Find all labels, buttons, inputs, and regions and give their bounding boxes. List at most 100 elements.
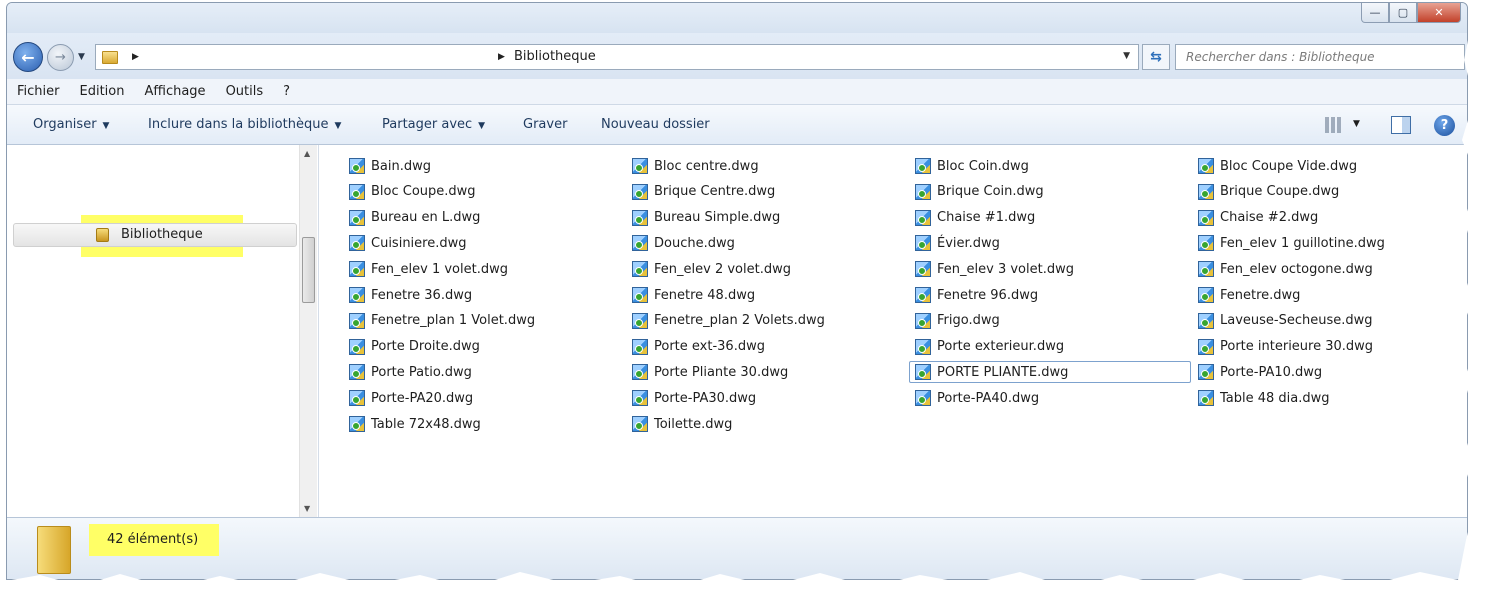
search-input[interactable]: Rechercher dans : Bibliotheque xyxy=(1175,44,1465,70)
file-item[interactable]: Bloc Coupe.dwg xyxy=(349,181,476,203)
dwg-file-icon xyxy=(1198,312,1214,329)
file-item[interactable]: Chaise #2.dwg xyxy=(1198,207,1318,229)
back-button[interactable]: ← xyxy=(13,42,43,72)
share-button[interactable]: Partager avec ▼ xyxy=(382,117,485,132)
scroll-thumb[interactable] xyxy=(302,237,315,303)
file-name: Évier.dwg xyxy=(937,235,1000,251)
file-item[interactable]: Porte ext-36.dwg xyxy=(632,336,765,358)
file-item[interactable]: Fenetre 96.dwg xyxy=(915,284,1038,306)
burn-button[interactable]: Graver xyxy=(523,117,567,132)
scroll-up-icon[interactable]: ▲ xyxy=(304,149,310,158)
share-label: Partager avec xyxy=(382,117,473,132)
file-item[interactable]: Bloc Coupe Vide.dwg xyxy=(1198,155,1357,177)
menu-fichier[interactable]: Fichier xyxy=(17,84,60,99)
file-item[interactable]: PORTE PLIANTE.dwg xyxy=(909,361,1191,384)
file-item[interactable]: Porte exterieur.dwg xyxy=(915,336,1064,358)
file-name: Bain.dwg xyxy=(371,158,432,174)
file-item[interactable]: Porte-PA10.dwg xyxy=(1198,361,1322,383)
file-item[interactable]: Fenetre_plan 2 Volets.dwg xyxy=(632,310,825,332)
file-item[interactable]: Fenetre.dwg xyxy=(1198,284,1300,306)
file-item[interactable]: Porte-PA20.dwg xyxy=(349,387,473,409)
close-button[interactable]: ✕ xyxy=(1417,3,1461,23)
file-item[interactable]: Bureau en L.dwg xyxy=(349,207,480,229)
file-item[interactable]: Brique Coin.dwg xyxy=(915,181,1044,203)
file-name: Porte-PA30.dwg xyxy=(654,390,757,406)
file-item[interactable]: Porte Pliante 30.dwg xyxy=(632,361,788,383)
file-item[interactable]: Chaise #1.dwg xyxy=(915,207,1035,229)
file-item[interactable]: Porte Patio.dwg xyxy=(349,361,472,383)
file-item[interactable]: Évier.dwg xyxy=(915,232,1000,254)
dwg-file-icon xyxy=(915,287,931,303)
chevron-down-icon: ▼ xyxy=(478,121,486,131)
file-item[interactable]: Fen_elev 1 guillotine.dwg xyxy=(1198,232,1385,254)
preview-pane-icon[interactable] xyxy=(1391,116,1411,134)
nav-scrollbar[interactable]: ▲ ▼ xyxy=(299,145,317,517)
new-folder-button[interactable]: Nouveau dossier xyxy=(601,117,710,132)
file-item[interactable]: Bloc centre.dwg xyxy=(632,155,759,177)
include-library-button[interactable]: Inclure dans la bibliothèque ▼ xyxy=(148,117,341,132)
scroll-down-icon[interactable]: ▼ xyxy=(304,504,310,513)
file-item[interactable]: Porte interieure 30.dwg xyxy=(1198,336,1373,358)
file-item[interactable]: Fen_elev 3 volet.dwg xyxy=(915,258,1074,280)
file-item[interactable]: Porte-PA40.dwg xyxy=(915,387,1039,409)
chevron-down-icon[interactable]: ▼ xyxy=(1353,119,1360,129)
file-name: Brique Centre.dwg xyxy=(654,184,776,200)
maximize-button[interactable]: ▢ xyxy=(1389,3,1417,23)
menu-outils[interactable]: Outils xyxy=(226,84,264,99)
dwg-file-icon xyxy=(632,235,648,252)
file-name: Porte-PA10.dwg xyxy=(1220,364,1323,380)
file-item[interactable]: Cuisiniere.dwg xyxy=(349,232,467,254)
file-item[interactable]: Toilette.dwg xyxy=(632,413,732,435)
file-name: Fenetre 48.dwg xyxy=(654,287,756,303)
file-item[interactable]: Douche.dwg xyxy=(632,232,735,254)
file-item[interactable]: Fenetre_plan 1 Volet.dwg xyxy=(349,310,535,332)
dwg-file-icon xyxy=(349,287,365,303)
file-name: Bloc Coin.dwg xyxy=(937,158,1029,174)
file-item[interactable]: Brique Coupe.dwg xyxy=(1198,181,1339,203)
dwg-file-icon xyxy=(1198,338,1214,355)
file-name: Porte ext-36.dwg xyxy=(654,339,765,355)
menu-help[interactable]: ? xyxy=(283,84,290,99)
file-item[interactable]: Bloc Coin.dwg xyxy=(915,155,1029,177)
help-icon[interactable]: ? xyxy=(1434,115,1455,136)
file-name: Fenetre 96.dwg xyxy=(937,287,1039,303)
file-item[interactable]: Table 48 dia.dwg xyxy=(1198,387,1330,409)
refresh-button[interactable]: ⇆ xyxy=(1142,44,1170,70)
file-item[interactable]: Porte Droite.dwg xyxy=(349,336,480,358)
file-item[interactable]: Fenetre 48.dwg xyxy=(632,284,755,306)
file-item[interactable]: Frigo.dwg xyxy=(915,310,1000,332)
address-bar[interactable]: ▶ ▶ Bibliotheque ▼ xyxy=(95,44,1139,70)
dwg-file-icon xyxy=(915,209,931,226)
file-item[interactable]: Fen_elev octogone.dwg xyxy=(1198,258,1373,280)
file-item[interactable]: Fen_elev 2 volet.dwg xyxy=(632,258,791,280)
file-item[interactable]: Table 72x48.dwg xyxy=(349,413,481,435)
minimize-button[interactable]: — xyxy=(1361,3,1389,23)
file-item[interactable]: Bain.dwg xyxy=(349,155,431,177)
file-name: Fenetre_plan 2 Volets.dwg xyxy=(654,313,825,329)
dwg-file-icon xyxy=(1198,183,1214,200)
file-name: Table 48 dia.dwg xyxy=(1220,390,1330,406)
address-row: ← → ▼ ▶ ▶ Bibliotheque ▼ ⇆ Rechercher da… xyxy=(7,33,1467,79)
breadcrumb-chevron-icon[interactable]: ▶ xyxy=(132,52,139,62)
file-item[interactable]: Laveuse-Secheuse.dwg xyxy=(1198,310,1373,332)
dwg-file-icon xyxy=(915,261,931,278)
command-bar: Organiser ▼ Inclure dans la bibliothèque ▼… xyxy=(7,105,1467,145)
dwg-file-icon xyxy=(349,364,365,381)
breadcrumb-chevron-icon[interactable]: ▶ xyxy=(498,52,505,62)
file-item[interactable]: Fenetre 36.dwg xyxy=(349,284,472,306)
file-item[interactable]: Bureau Simple.dwg xyxy=(632,207,780,229)
forward-button[interactable]: → xyxy=(47,44,74,71)
dwg-file-icon xyxy=(915,183,931,200)
address-dropdown-icon[interactable]: ▼ xyxy=(1123,51,1130,61)
breadcrumb-current[interactable]: Bibliotheque xyxy=(514,49,596,64)
file-item[interactable]: Porte-PA30.dwg xyxy=(632,387,756,409)
view-options-icon[interactable] xyxy=(1325,117,1343,133)
file-item[interactable]: Brique Centre.dwg xyxy=(632,181,775,203)
file-name: Fenetre 36.dwg xyxy=(371,287,473,303)
recent-pages-button[interactable]: ▼ xyxy=(78,52,85,62)
menu-edition[interactable]: Edition xyxy=(80,84,125,99)
file-item[interactable]: Fen_elev 1 volet.dwg xyxy=(349,258,508,280)
file-name: Porte Pliante 30.dwg xyxy=(654,364,789,380)
organiser-button[interactable]: Organiser ▼ xyxy=(33,117,109,132)
menu-affichage[interactable]: Affichage xyxy=(144,84,205,99)
